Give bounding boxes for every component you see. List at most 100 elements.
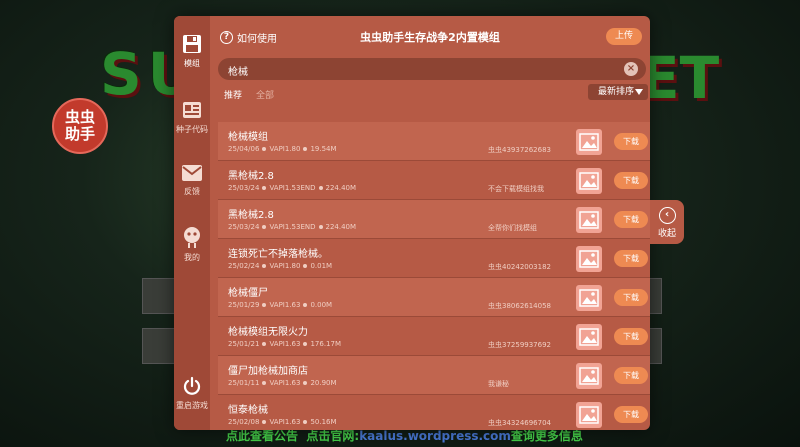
footer-notice-link[interactable]: 点此查看公告 [226, 429, 298, 443]
mod-size: 224.40M [325, 223, 357, 231]
collapse-button[interactable]: ‹ 收起 [650, 200, 684, 244]
mod-author: 虫虫40242003182 [488, 263, 551, 271]
mod-author: 虫虫37259937692 [488, 341, 551, 349]
list-item[interactable]: 枪械僵尸 25/01/29 VAPI1.63 0.00M 虫虫38062614058 下载 [218, 278, 650, 317]
mod-name: 连锁死亡不掉落枪械。 [228, 249, 328, 260]
download-button[interactable]: 下载 [614, 328, 648, 345]
mod-author: 我谦秘 [488, 380, 509, 388]
mod-size: 20.90M [310, 379, 337, 387]
sidebar-item-label: 我的 [184, 253, 200, 262]
mod-size: 224.40M [325, 184, 357, 192]
mod-meta: 25/01/11 VAPI1.63 20.90M [228, 379, 337, 387]
mod-date: 25/01/21 [228, 340, 260, 348]
download-button[interactable]: 下载 [614, 133, 648, 150]
download-button[interactable]: 下载 [614, 406, 648, 423]
image-icon[interactable] [576, 285, 602, 311]
save-icon [183, 35, 201, 53]
mod-name: 黑枪械2.8 [228, 171, 274, 182]
image-icon[interactable] [576, 207, 602, 233]
download-button[interactable]: 下载 [614, 211, 648, 228]
mod-panel: 模组 种子代码 反馈 我的 重启游戏 ? 如何使用 虫虫助手生存战争2内置模组 … [174, 16, 650, 430]
sidebar-item-label: 重启游戏 [176, 401, 208, 410]
mod-size: 19.54M [310, 145, 337, 153]
list-item[interactable]: 枪械模组无限火力 25/01/21 VAPI1.63 176.17M 虫虫3725993… [218, 317, 650, 356]
list-item[interactable]: 黑枪械2.8 25/03/24 VAPI1.53END 224.40M 全帮你们找模组 下… [218, 200, 650, 239]
power-icon [183, 376, 201, 395]
mod-date: 25/02/08 [228, 418, 260, 426]
sidebar-item-mods[interactable]: 模组 [174, 34, 210, 69]
mod-size: 50.16M [310, 418, 337, 426]
collapse-label: 收起 [657, 229, 676, 239]
mod-date: 25/01/29 [228, 301, 260, 309]
footer-more: 查询更多信息 [510, 429, 583, 443]
upload-button[interactable]: 上传 [606, 28, 642, 45]
footer-site-link[interactable]: kaalus.wordpress.com [359, 429, 511, 443]
game-menu-bar-left-1 [142, 278, 176, 314]
mod-size: 176.17M [310, 340, 342, 348]
mod-author: 虫虫38062614058 [488, 302, 551, 310]
chevron-left-icon: ‹ [658, 207, 676, 224]
tab-all[interactable]: 全部 [256, 88, 274, 101]
mod-meta: 25/02/08 VAPI1.63 50.16M [228, 418, 337, 426]
image-icon[interactable] [576, 246, 602, 272]
mod-author: 虫虫43937262683 [488, 146, 551, 154]
mod-api: VAPI1.80 [269, 145, 301, 153]
mod-size: 0.00M [310, 301, 333, 309]
chevron-down-icon [635, 89, 643, 95]
sidebar-item-restart[interactable]: 重启游戏 [174, 376, 210, 411]
newspaper-icon [183, 102, 201, 118]
user-icon [184, 227, 200, 248]
image-icon[interactable] [576, 402, 602, 428]
sidebar-item-mine[interactable]: 我的 [174, 226, 210, 263]
footer-site-prefix: 点击官网: [306, 429, 360, 443]
mod-date: 25/04/06 [228, 145, 260, 153]
chongchong-badge[interactable]: 虫虫助手 [52, 98, 108, 154]
mod-api: VAPI1.80 [269, 262, 301, 270]
mod-api: VAPI1.63 [269, 340, 301, 348]
sidebar-item-seed-code[interactable]: 种子代码 [174, 100, 210, 135]
clear-icon[interactable]: × [624, 62, 638, 76]
mod-api: VAPI1.53END [269, 184, 316, 192]
download-button[interactable]: 下载 [614, 289, 648, 306]
filter-tabs: 推荐 全部 [224, 88, 274, 101]
mod-meta: 25/04/06 VAPI1.80 19.54M [228, 145, 337, 153]
game-title-right: ET [640, 44, 720, 112]
mod-date: 25/03/24 [228, 223, 260, 231]
sidebar-item-feedback[interactable]: 反馈 [174, 164, 210, 197]
mod-meta: 25/01/21 VAPI1.63 176.17M [228, 340, 341, 348]
sort-dropdown[interactable]: 最新排序 [588, 84, 648, 100]
list-item[interactable]: 黑枪械2.8 25/03/24 VAPI1.53END 224.40M 不会下载模组找我… [218, 161, 650, 200]
mod-date: 25/01/11 [228, 379, 260, 387]
mod-author: 全帮你们找模组 [488, 224, 537, 232]
list-item[interactable]: 枪械模组 25/04/06 VAPI1.80 19.54M 虫虫43937262683 下… [218, 122, 650, 161]
download-button[interactable]: 下载 [614, 367, 648, 384]
list-item[interactable]: 连锁死亡不掉落枪械。 25/02/24 VAPI1.80 0.01M 虫虫4024200… [218, 239, 650, 278]
image-icon[interactable] [576, 168, 602, 194]
sidebar-item-label: 种子代码 [176, 125, 208, 134]
image-icon[interactable] [576, 324, 602, 350]
search-input[interactable]: 枪械 × [218, 58, 646, 80]
mod-name: 黑枪械2.8 [228, 210, 274, 221]
sort-selected: 最新排序 [598, 87, 635, 97]
image-icon[interactable] [576, 363, 602, 389]
mod-author: 不会下载模组找我 [488, 185, 544, 193]
mod-list: 枪械模组 25/04/06 VAPI1.80 19.54M 虫虫43937262683 下… [218, 122, 650, 430]
mod-api: VAPI1.63 [269, 418, 301, 426]
tab-recommended[interactable]: 推荐 [224, 88, 242, 101]
mail-icon [182, 165, 202, 181]
list-item[interactable]: 恒泰枪械 25/02/08 VAPI1.63 50.16M 虫虫34324696704 下… [218, 395, 650, 430]
mod-api: VAPI1.53END [269, 223, 316, 231]
image-icon[interactable] [576, 129, 602, 155]
game-menu-bar-left-2 [142, 328, 176, 364]
mod-size: 0.01M [310, 262, 333, 270]
list-item[interactable]: 僵尸加枪械加商店 25/01/11 VAPI1.63 20.90M 我谦秘 下载 [218, 356, 650, 395]
mod-name: 枪械僵尸 [228, 288, 268, 299]
download-button[interactable]: 下载 [614, 172, 648, 189]
game-menu-bar-right-1 [648, 278, 662, 314]
sidebar-item-label: 反馈 [184, 187, 200, 196]
search-value[interactable]: 枪械 [228, 63, 248, 78]
mod-date: 25/02/24 [228, 262, 260, 270]
mod-name: 恒泰枪械 [228, 405, 268, 416]
mod-meta: 25/03/24 VAPI1.53END 224.40M [228, 184, 356, 192]
download-button[interactable]: 下载 [614, 250, 648, 267]
